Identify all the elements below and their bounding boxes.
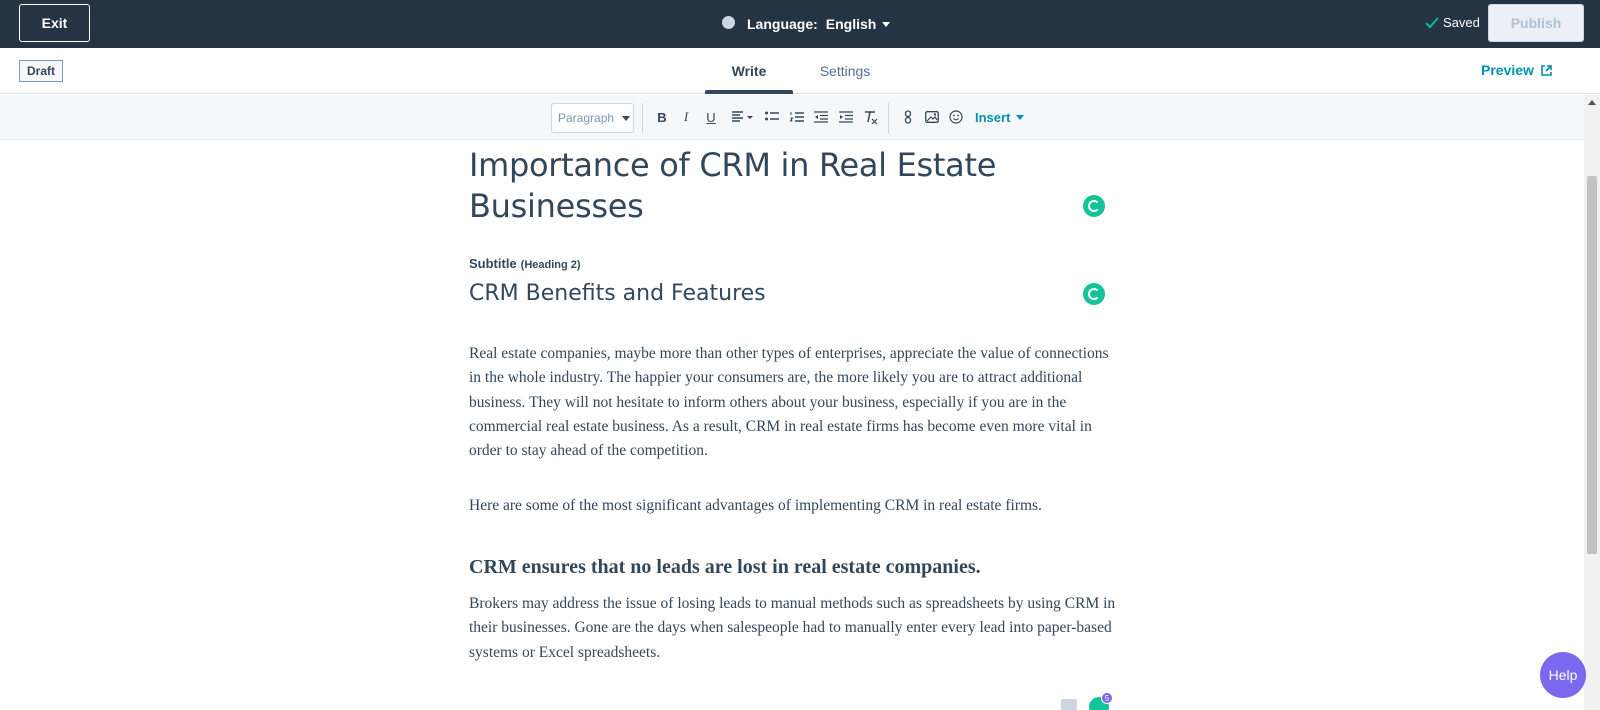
post-subtitle[interactable]: CRM Benefits and Features: [469, 281, 766, 306]
rich-text-toolbar: Paragraph B I U Insert: [0, 95, 1600, 140]
body-paragraph[interactable]: Real estate companies, maybe more than o…: [469, 342, 1119, 463]
paragraph-style-select[interactable]: Paragraph: [551, 103, 634, 133]
indent-icon[interactable]: [836, 107, 856, 127]
language-value[interactable]: English: [826, 16, 877, 32]
help-button[interactable]: Help: [1540, 652, 1586, 698]
italic-icon[interactable]: I: [676, 107, 696, 127]
preview-label: Preview: [1481, 62, 1534, 78]
align-icon[interactable]: [730, 107, 756, 127]
underline-icon[interactable]: U: [701, 107, 721, 127]
language-selector[interactable]: Language: English: [722, 14, 891, 34]
image-icon[interactable]: [922, 107, 942, 127]
top-navigation-bar: Exit Language: English Saved Publish: [0, 0, 1600, 48]
grammarly-icon[interactable]: [1083, 283, 1105, 305]
tab-settings[interactable]: Settings: [805, 48, 885, 94]
tab-write[interactable]: Write: [705, 48, 793, 94]
scrollbar-thumb[interactable]: [1587, 176, 1597, 554]
emoji-icon[interactable]: [946, 107, 966, 127]
toolbar-divider: [888, 103, 889, 133]
grammarly-badge: 5: [1101, 692, 1113, 704]
subtitle-hint: (Heading 2): [520, 259, 581, 271]
body-paragraph[interactable]: Here are some of the most significant ad…: [469, 494, 1119, 518]
grammarly-icon[interactable]: [1083, 195, 1105, 217]
section-heading[interactable]: CRM ensures that no leads are lost in re…: [469, 556, 981, 579]
external-link-icon: [1541, 64, 1552, 76]
subtitle-field-label: Subtitle (Heading 2): [469, 256, 581, 271]
widget-icon[interactable]: [1061, 699, 1077, 710]
language-label: Language:: [747, 16, 818, 32]
clear-format-icon[interactable]: [861, 107, 881, 127]
publish-button[interactable]: Publish: [1488, 4, 1584, 42]
exit-button[interactable]: Exit: [19, 4, 90, 42]
bold-icon[interactable]: B: [652, 107, 672, 127]
link-icon[interactable]: [898, 107, 918, 127]
outdent-icon[interactable]: [811, 107, 831, 127]
subtitle-label-text: Subtitle: [469, 256, 517, 271]
body-paragraph[interactable]: Brokers may address the issue of losing …: [469, 592, 1119, 665]
paragraph-style-value: Paragraph: [558, 111, 615, 125]
toolbar-divider: [642, 103, 643, 133]
saved-label: Saved: [1443, 15, 1480, 30]
chevron-down-icon: [882, 21, 891, 27]
preview-link[interactable]: Preview: [1481, 62, 1553, 78]
saved-status: Saved: [1425, 15, 1480, 30]
status-badge: Draft: [19, 60, 64, 82]
checkmark-icon: [1425, 16, 1439, 28]
insert-menu-button[interactable]: Insert: [975, 107, 1025, 127]
editor-tab-bar: Draft Write Settings Preview: [0, 48, 1600, 94]
chevron-down-icon: [622, 115, 631, 121]
globe-icon: [722, 15, 735, 29]
bulleted-list-icon[interactable]: [762, 107, 782, 127]
chevron-down-icon: [1016, 114, 1025, 120]
insert-label: Insert: [975, 109, 1011, 125]
scroll-up-arrow-icon[interactable]: [1588, 100, 1596, 105]
numbered-list-icon[interactable]: [787, 107, 807, 127]
post-title[interactable]: Importance of CRM in Real Estate Busines…: [469, 145, 1029, 227]
